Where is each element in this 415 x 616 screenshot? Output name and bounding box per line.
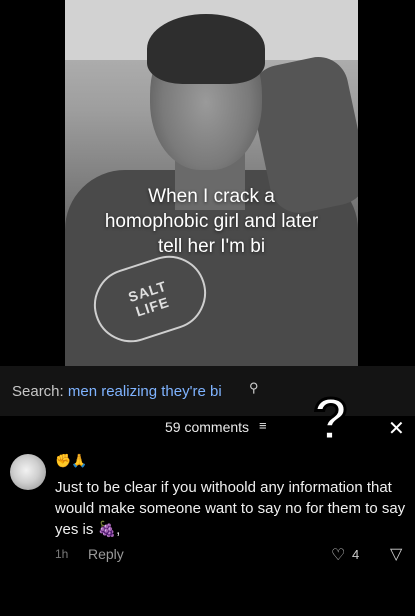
question-mark-overlay: ? bbox=[311, 387, 349, 452]
caption-line: homophobic girl and later bbox=[104, 211, 319, 232]
caption-line: tell her I'm bi bbox=[157, 236, 266, 257]
heart-icon[interactable]: ♡ bbox=[331, 545, 345, 565]
search-suggestion[interactable]: Search: men realizing they're bi bbox=[12, 383, 222, 400]
dislike-icon[interactable]: ▽ bbox=[390, 544, 402, 564]
comments-count: 59 comments bbox=[165, 419, 250, 435]
caption-line: When I crack a bbox=[148, 186, 275, 207]
like-count: 4 bbox=[352, 547, 360, 562]
comment-text: Just to be clear if you withoold any inf… bbox=[55, 479, 406, 538]
video-frame[interactable]: SALT LIFE bbox=[65, 0, 358, 366]
comment-time: 1h bbox=[55, 547, 69, 561]
comment-username[interactable]: ✊🙏 bbox=[55, 453, 87, 469]
reply-button[interactable]: Reply bbox=[88, 546, 124, 562]
search-query[interactable]: men realizing they're bi bbox=[68, 383, 222, 400]
avatar[interactable] bbox=[10, 454, 46, 490]
search-icon[interactable]: ⚲ bbox=[249, 380, 259, 396]
search-label: Search: bbox=[12, 383, 64, 400]
sort-icon[interactable]: ≡ bbox=[259, 418, 267, 433]
close-icon[interactable]: ✕ bbox=[388, 416, 405, 441]
video-caption: When I crack a homophobic girl and later… bbox=[65, 184, 358, 259]
hair bbox=[147, 14, 265, 84]
